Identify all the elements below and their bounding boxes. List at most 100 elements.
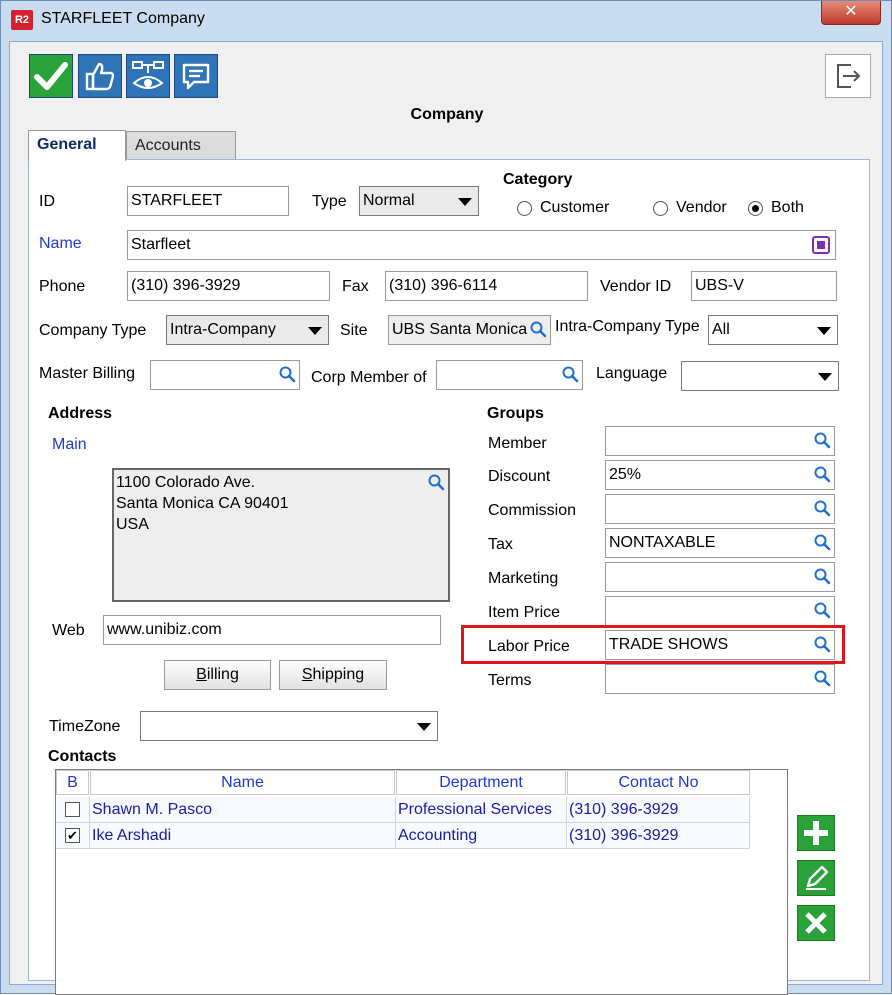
language-label: Language [596, 365, 668, 382]
fax-label: Fax [342, 278, 369, 295]
timezone-select[interactable] [140, 711, 438, 741]
company-window: R2 STARFLEET Company ✕ Company General A… [0, 0, 892, 995]
title-bar[interactable]: R2 STARFLEET Company ✕ [1, 1, 891, 39]
general-panel: ID STARFLEET Type Normal Category Custom… [28, 159, 870, 995]
column-header-department[interactable]: Department [396, 770, 566, 795]
vendor-radio-label[interactable]: Vendor [676, 199, 727, 217]
search-icon[interactable] [529, 320, 547, 338]
checkmark-icon [34, 62, 68, 90]
commission-field[interactable] [605, 494, 835, 524]
column-header-b[interactable]: B [56, 770, 89, 795]
marketing-field[interactable] [605, 562, 835, 592]
search-icon[interactable] [813, 601, 831, 619]
main-address-link[interactable]: Main [52, 436, 87, 454]
both-radio[interactable] [748, 201, 763, 216]
name-lookup-icon[interactable] [812, 236, 830, 254]
search-icon[interactable] [813, 465, 831, 483]
contact-department-cell[interactable]: Professional Services [396, 797, 567, 823]
customer-radio[interactable] [517, 201, 532, 216]
id-field[interactable]: STARFLEET [127, 186, 289, 216]
save-button[interactable] [29, 54, 73, 98]
delete-contact-button[interactable] [797, 905, 835, 941]
close-window-button[interactable]: ✕ [821, 1, 881, 25]
app-logo-icon: R2 [11, 10, 33, 30]
shipping-button[interactable]: Shipping [279, 660, 387, 690]
billing-button[interactable]: Billing [164, 660, 271, 690]
type-select[interactable]: Normal [359, 186, 479, 216]
contact-department-cell[interactable]: Accounting [396, 823, 567, 849]
shipping-button-accel: S [301, 666, 313, 683]
item-price-field[interactable] [605, 596, 835, 626]
chevron-down-icon [308, 327, 322, 335]
tab-accounts[interactable]: Accounts [126, 131, 236, 161]
phone-field[interactable]: (310) 396-3929 [127, 271, 330, 301]
search-icon[interactable] [561, 365, 579, 383]
search-icon[interactable] [278, 365, 296, 383]
search-icon[interactable] [813, 533, 831, 551]
tax-value: NONTAXABLE [609, 534, 716, 551]
tab-general[interactable]: General [28, 130, 126, 161]
vendor-id-label: Vendor ID [600, 278, 672, 295]
contact-name-cell[interactable]: Ike Arshadi [90, 823, 396, 849]
contacts-grid[interactable]: B Name Department Contact No Shawn M. Pa… [55, 769, 788, 995]
discount-field[interactable]: 25% [605, 460, 835, 490]
window-client-area: Company General Accounts ID STARFLEET Ty… [9, 41, 883, 995]
company-type-select[interactable]: Intra-Company [166, 315, 329, 345]
search-icon[interactable] [427, 473, 445, 491]
both-radio-label[interactable]: Both [771, 199, 804, 217]
web-label: Web [52, 622, 85, 639]
contact-number-cell[interactable]: (310) 396-3929 [567, 797, 750, 823]
groups-heading: Groups [487, 405, 544, 422]
site-field[interactable]: UBS Santa Monica [388, 315, 551, 345]
language-select[interactable] [681, 361, 839, 391]
corp-member-of-field[interactable] [436, 360, 583, 390]
type-label: Type [312, 193, 347, 210]
chevron-down-icon [817, 327, 831, 335]
row-checkbox[interactable] [65, 802, 80, 817]
web-field[interactable]: www.unibiz.com [103, 615, 441, 645]
window-title: STARFLEET Company [41, 10, 205, 27]
exit-button[interactable] [825, 54, 871, 98]
search-icon[interactable] [813, 499, 831, 517]
edit-contact-button[interactable] [797, 860, 835, 896]
shipping-button-label: hipping [312, 666, 365, 683]
labor-price-highlight [461, 625, 845, 664]
comment-icon [182, 63, 210, 90]
category-heading: Category [503, 171, 573, 188]
master-billing-field[interactable] [150, 360, 300, 390]
intra-company-type-select[interactable]: All [708, 315, 838, 345]
billing-button-label: illing [206, 666, 239, 683]
contact-name-cell[interactable]: Shawn M. Pasco [90, 797, 396, 823]
terms-label: Terms [488, 672, 532, 689]
name-link[interactable]: Name [39, 235, 82, 253]
member-field[interactable] [605, 426, 835, 456]
chevron-down-icon [458, 198, 472, 206]
column-header-name[interactable]: Name [90, 770, 395, 795]
id-label: ID [39, 193, 55, 210]
search-icon[interactable] [813, 431, 831, 449]
site-label: Site [340, 322, 368, 339]
address-box[interactable]: 1100 Colorado Ave. Santa Monica CA 90401… [112, 468, 450, 602]
approve-button[interactable] [78, 54, 122, 98]
customer-radio-label[interactable]: Customer [540, 199, 609, 217]
workflow-view-button[interactable] [126, 54, 170, 98]
name-field[interactable]: Starfleet [127, 230, 836, 260]
add-icon [804, 821, 828, 845]
fax-field[interactable]: (310) 396-6114 [385, 271, 588, 301]
address-line-2: Santa Monica CA 90401 [116, 495, 289, 512]
vendor-radio[interactable] [653, 201, 668, 216]
edit-icon [806, 865, 829, 890]
vendor-id-field[interactable]: UBS-V [691, 271, 837, 301]
row-checkbox[interactable]: ✔ [65, 828, 80, 843]
search-icon[interactable] [813, 567, 831, 585]
company-type-value: Intra-Company [170, 321, 276, 338]
terms-field[interactable] [605, 664, 835, 694]
address-line-1: 1100 Colorado Ave. [116, 474, 256, 491]
tax-field[interactable]: NONTAXABLE [605, 528, 835, 558]
column-header-contact-no[interactable]: Contact No [567, 770, 750, 795]
company-type-label: Company Type [39, 322, 147, 339]
add-contact-button[interactable] [797, 815, 835, 851]
comment-button[interactable] [174, 54, 218, 98]
contact-number-cell[interactable]: (310) 396-3929 [567, 823, 750, 849]
search-icon[interactable] [813, 669, 831, 687]
